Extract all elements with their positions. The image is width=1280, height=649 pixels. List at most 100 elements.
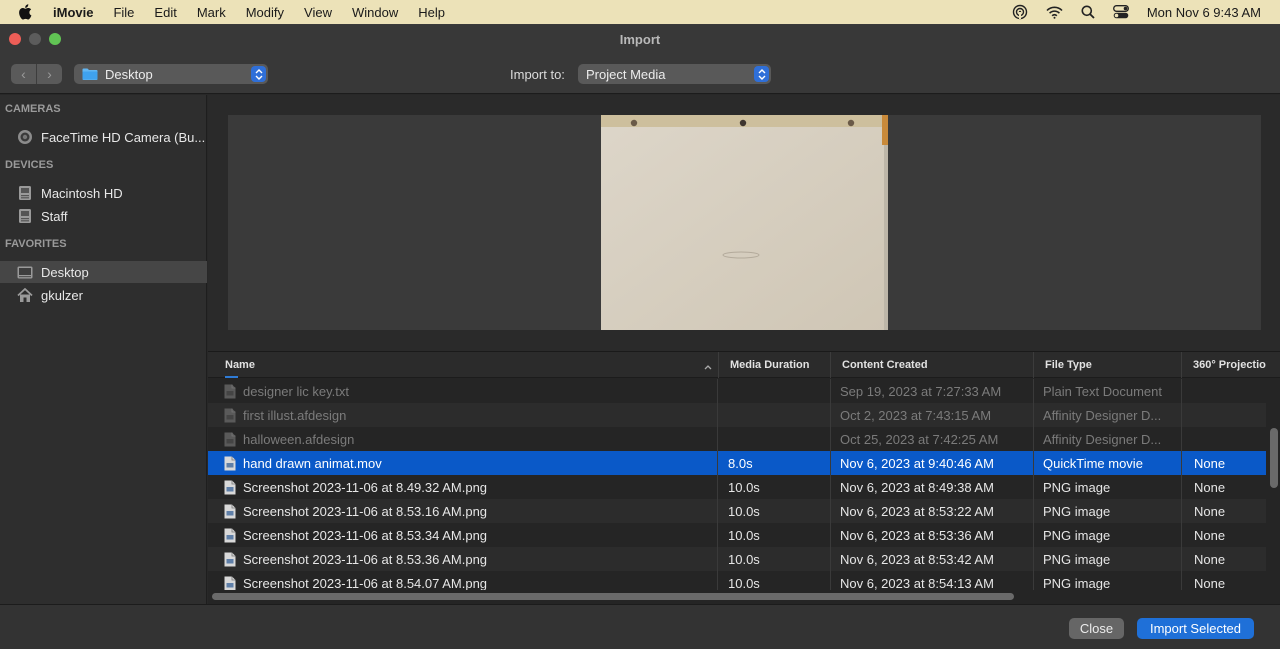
cell-created-text: Nov 6, 2023 at 8:53:42 AM (840, 551, 994, 567)
cell-name: hand drawn animat.mov (224, 451, 712, 475)
column-header-name[interactable]: Name (208, 352, 718, 378)
file-table: Name Media Duration Content Created File… (208, 351, 1280, 604)
sidebar-item-label: FaceTime HD Camera (Bu... (41, 129, 206, 145)
cell-created: Oct 2, 2023 at 7:43:15 AM (840, 403, 1030, 427)
location-popup[interactable]: Desktop (74, 64, 268, 84)
cell-file-type-text: QuickTime movie (1043, 455, 1143, 471)
minimize-window-button[interactable] (29, 33, 41, 45)
cell-created-text: Nov 6, 2023 at 8:49:38 AM (840, 479, 994, 495)
table-row[interactable]: halloween.afdesign Oct 25, 2023 at 7:42:2… (208, 427, 1266, 451)
file-name: halloween.afdesign (243, 431, 355, 447)
close-window-button[interactable] (9, 33, 21, 45)
menu-help[interactable]: Help (418, 5, 445, 20)
import-window: Import ‹ › Desktop Import to: Project Me… (0, 24, 1280, 649)
cell-created: Nov 6, 2023 at 8:53:42 AM (840, 547, 1030, 571)
forward-button[interactable]: › (36, 64, 62, 84)
cell-duration: 10.0s (728, 499, 826, 523)
table-row[interactable]: Screenshot 2023-11-06 at 8.53.34 AM.png 1… (208, 523, 1266, 547)
sidebar-item-label: Desktop (41, 264, 89, 280)
cell-created-text: Nov 6, 2023 at 8:53:22 AM (840, 503, 994, 519)
toolbar: ‹ › Desktop Import to: Project Media (0, 53, 1280, 94)
menu-mark[interactable]: Mark (197, 5, 226, 20)
cell-file-type: PNG image (1043, 499, 1178, 523)
title-bar: Import (0, 25, 1280, 53)
document-icon (224, 552, 236, 566)
document-icon (224, 408, 236, 422)
back-button[interactable]: ‹ (11, 64, 36, 84)
chevron-updown-icon (251, 66, 266, 82)
control-center-icon[interactable] (1112, 5, 1129, 19)
preview-viewer[interactable] (228, 115, 1261, 330)
column-header-360-projection[interactable]: 360° Projectio (1181, 352, 1266, 378)
cell-file-type-text: Affinity Designer D... (1043, 431, 1162, 447)
table-row[interactable]: hand drawn animat.mov 8.0s Nov 6, 2023 at … (208, 451, 1266, 475)
cell-created: Nov 6, 2023 at 8:49:38 AM (840, 475, 1030, 499)
table-row[interactable]: first illust.afdesign Oct 2, 2023 at 7:43… (208, 403, 1266, 427)
document-icon (224, 504, 236, 518)
sidebar-item-label: Macintosh HD (41, 185, 123, 201)
cell-file-type-text: PNG image (1043, 575, 1111, 591)
airdrop-icon[interactable] (1012, 4, 1028, 20)
column-header-media-duration[interactable]: Media Duration (718, 352, 831, 378)
menu-modify[interactable]: Modify (246, 5, 284, 20)
wifi-icon[interactable] (1046, 6, 1063, 19)
column-header-content-created[interactable]: Content Created (830, 352, 1033, 378)
hard-drive-icon (17, 185, 33, 201)
sidebar-item-staff[interactable]: Staff (0, 205, 207, 227)
sidebar-section-favorites: FAVORITES (5, 238, 67, 250)
apple-menu-icon[interactable] (18, 4, 36, 20)
table-row[interactable]: Screenshot 2023-11-06 at 8.49.32 AM.png 1… (208, 475, 1266, 499)
column-header-file-type[interactable]: File Type (1033, 352, 1181, 378)
destination-popup[interactable]: Project Media (578, 64, 771, 84)
file-name: Screenshot 2023-11-06 at 8.54.07 AM.png (243, 575, 488, 591)
close-button[interactable]: Close (1069, 618, 1124, 639)
video-preview-frame (601, 115, 888, 330)
location-label: Desktop (105, 66, 153, 82)
menu-view[interactable]: View (304, 5, 332, 20)
search-icon[interactable] (1081, 5, 1095, 19)
table-row[interactable]: Screenshot 2023-11-06 at 8.53.36 AM.png 1… (208, 547, 1266, 571)
menubar-clock[interactable]: Mon Nov 6 9:43 AM (1147, 5, 1261, 20)
file-name: Screenshot 2023-11-06 at 8.53.36 AM.png (243, 551, 488, 567)
table-row[interactable]: designer lic key.txt Sep 19, 2023 at 7:27… (208, 379, 1266, 403)
cell-duration-text: 10.0s (728, 527, 760, 543)
sort-indicator (225, 376, 238, 378)
nav-buttons: ‹ › (11, 64, 62, 84)
chevron-updown-icon (754, 66, 769, 82)
sidebar-item-gkulzer[interactable]: gkulzer (0, 284, 207, 306)
sidebar-item-facetime-camera[interactable]: FaceTime HD Camera (Bu... (0, 126, 207, 148)
cell-created: Nov 6, 2023 at 8:53:22 AM (840, 499, 1030, 523)
menu-file[interactable]: File (113, 5, 134, 20)
menu-edit[interactable]: Edit (154, 5, 176, 20)
document-icon (224, 456, 236, 470)
document-icon (224, 384, 236, 398)
import-to-label: Import to: (510, 67, 565, 82)
vertical-scrollbar[interactable] (1270, 428, 1278, 488)
table-row[interactable]: Screenshot 2023-11-06 at 8.54.07 AM.png 1… (208, 571, 1266, 590)
cell-duration-text: 10.0s (728, 503, 760, 519)
menu-window[interactable]: Window (352, 5, 398, 20)
menu-app-name[interactable]: iMovie (53, 5, 93, 20)
cell-name: Screenshot 2023-11-06 at 8.53.16 AM.png (224, 499, 712, 523)
horizontal-scrollbar[interactable] (212, 593, 1014, 600)
folder-icon (82, 68, 98, 80)
cell-projection: None (1194, 523, 1264, 547)
cell-projection: None (1194, 499, 1264, 523)
sidebar-section-cameras: CAMERAS (5, 103, 61, 115)
cell-created-text: Oct 25, 2023 at 7:42:25 AM (840, 431, 999, 447)
cell-duration: 8.0s (728, 451, 826, 475)
sidebar-item-desktop[interactable]: Desktop (0, 261, 207, 283)
cell-file-type-text: PNG image (1043, 551, 1111, 567)
cell-created-text: Nov 6, 2023 at 8:54:13 AM (840, 575, 994, 591)
cell-projection (1194, 379, 1264, 403)
window-title: Import (619, 31, 661, 47)
import-selected-button[interactable]: Import Selected (1137, 618, 1254, 639)
sidebar-item-macintosh-hd[interactable]: Macintosh HD (0, 182, 207, 204)
cell-name: Screenshot 2023-11-06 at 8.49.32 AM.png (224, 475, 712, 499)
file-name: first illust.afdesign (243, 407, 347, 423)
zoom-window-button[interactable] (49, 33, 61, 45)
cell-created-text: Nov 6, 2023 at 8:53:36 AM (840, 527, 994, 543)
file-name: hand drawn animat.mov (243, 455, 382, 471)
column-header-label: Content Created (842, 359, 928, 371)
table-row[interactable]: Screenshot 2023-11-06 at 8.53.16 AM.png 1… (208, 499, 1266, 523)
